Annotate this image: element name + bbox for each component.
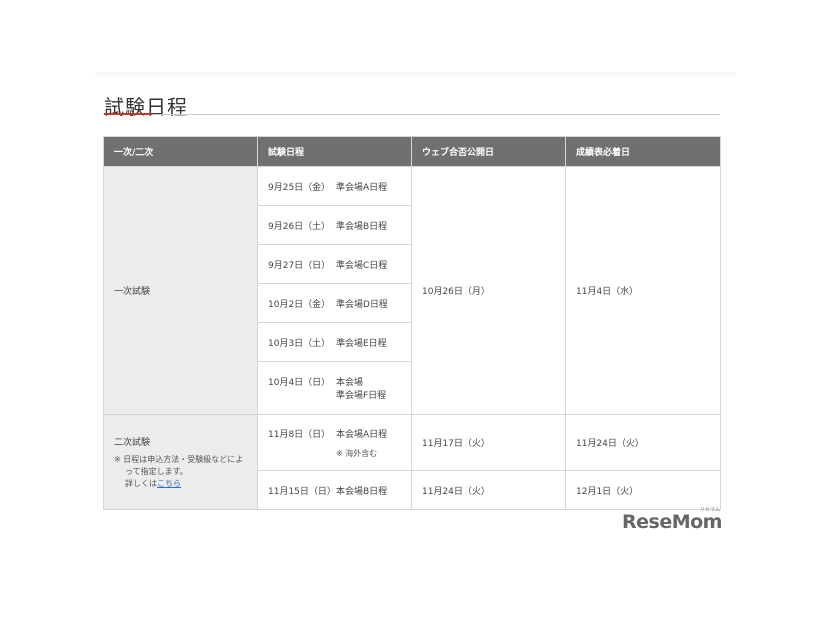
schedule-venue: 準会場C日程: [336, 260, 388, 271]
schedule-venue: 本会場A日程: [336, 429, 388, 440]
title-divider: [104, 114, 720, 115]
second-exam-category: 二次試験: [114, 437, 151, 448]
schedule-venue: 準会場E日程: [336, 338, 387, 349]
schedule-date: 9月27日（日）: [268, 260, 331, 271]
header-schedule: 試験日程: [257, 136, 412, 167]
first-exam-web-result: 10月26日（月）: [411, 166, 566, 415]
second-exam-web-result: 11月17日（火）: [411, 414, 566, 471]
schedule-date: 9月25日（金）: [268, 182, 331, 193]
table-header-row: 一次/二次 試験日程 ウェブ合否公開日 成績表必着日: [103, 136, 721, 167]
title-accent-line: [104, 113, 152, 115]
overseas-note: ※ 海外含む: [336, 448, 378, 458]
top-shadow-bar: [95, 72, 735, 78]
table-row: 二次試験 ※ 日程は申込方法・受験級などによ って指定します。 詳しくはこちら …: [103, 414, 721, 510]
schedule-venue: 準会場A日程: [336, 182, 388, 193]
schedule-venue-secondary: 準会場F日程: [336, 391, 387, 401]
schedule-cell: 9月25日（金） 準会場A日程: [257, 166, 412, 206]
second-exam-note: ※ 日程は申込方法・受験級などによ って指定します。 詳しくはこちら: [114, 454, 247, 490]
schedule-date: 11月8日（日）: [268, 429, 331, 440]
schedule-date: 11月15日（日）: [268, 486, 336, 497]
exam-schedule-table: 一次/二次 試験日程 ウェブ合否公開日 成績表必着日 一次試験 9月25日（金）…: [103, 136, 721, 510]
second-exam-category-cell: 二次試験 ※ 日程は申込方法・受験級などによ って指定します。 詳しくはこちら: [103, 414, 258, 510]
schedule-venue: 本会場B日程: [336, 486, 388, 497]
schedule-cell: 10月3日（土） 準会場E日程: [257, 322, 412, 362]
schedule-cell: 11月8日（日） 本会場A日程 ※ 海外含む: [257, 414, 412, 471]
schedule-date: 10月3日（土）: [268, 338, 331, 349]
first-exam-category: 一次試験: [103, 166, 258, 415]
schedule-venue: 準会場D日程: [336, 299, 388, 310]
table-row: 一次試験 9月25日（金） 準会場A日程 10月26日（月） 11月4日（水）: [103, 166, 721, 415]
schedule-cell: 10月4日（日） 本会場準会場F日程: [257, 361, 412, 415]
second-exam-web-result: 11月24日（火）: [411, 470, 566, 510]
header-score-report: 成績表必着日: [565, 136, 721, 167]
second-exam-note-prefix: 詳しくは: [125, 478, 157, 488]
second-exam-score-report: 12月1日（火）: [565, 470, 721, 510]
schedule-cell: 9月26日（土） 準会場B日程: [257, 205, 412, 245]
header-web-result: ウェブ合否公開日: [411, 136, 566, 167]
schedule-date: 9月26日（土）: [268, 221, 331, 232]
second-exam-note-line2: って指定します。: [125, 466, 188, 476]
details-link[interactable]: こちら: [157, 479, 181, 488]
second-exam-score-report: 11月24日（火）: [565, 414, 721, 471]
resemom-logo: ReseMom: [622, 511, 722, 533]
page-title: 試験日程: [104, 95, 188, 120]
schedule-date: 10月4日（日）: [268, 378, 331, 388]
schedule-date: 10月2日（金）: [268, 299, 331, 310]
schedule-cell: 11月15日（日）本会場B日程: [257, 470, 412, 510]
first-exam-score-report: 11月4日（水）: [565, 166, 721, 415]
schedule-venue: 本会場: [336, 378, 364, 388]
schedule-venue: 準会場B日程: [336, 221, 388, 232]
schedule-cell: 9月27日（日） 準会場C日程: [257, 244, 412, 284]
header-stage: 一次/二次: [103, 136, 258, 167]
schedule-cell: 10月2日（金） 準会場D日程: [257, 283, 412, 323]
second-exam-note-line1: ※ 日程は申込方法・受験級などによ: [114, 454, 244, 464]
